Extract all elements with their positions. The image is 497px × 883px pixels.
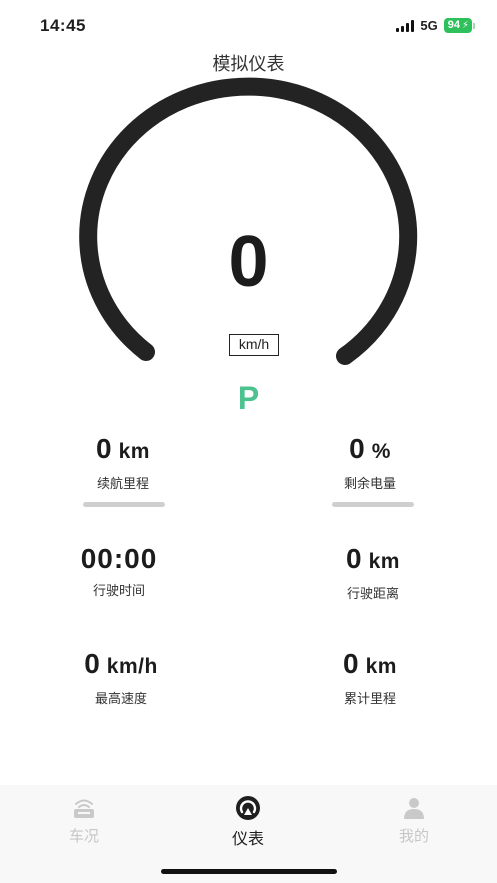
user-icon (404, 798, 424, 819)
range-label: 续航里程 (96, 476, 149, 491)
total-mileage-value: 0 (343, 648, 360, 679)
battery-left-value: 0 (349, 433, 366, 464)
max-speed-value: 0 (84, 648, 101, 679)
stat-total-mileage: 0 km 累计里程 (285, 647, 455, 707)
stat-range: 0 km 续航里程 (38, 432, 208, 492)
speed-value: 0 (228, 222, 269, 302)
max-speed-unit: km/h (106, 655, 158, 678)
battery-left-unit: % (371, 440, 391, 463)
battery-left-bar (332, 502, 414, 507)
range-value: 0 (96, 433, 113, 464)
stat-max-speed: 0 km/h 最高速度 (36, 647, 206, 707)
tab-car-status-label: 车况 (68, 828, 99, 845)
drive-distance-label: 行驶距离 (346, 586, 399, 601)
gear-indicator: P (237, 380, 260, 416)
home-indicator (161, 869, 337, 874)
tab-dashboard[interactable]: 仪表 (188, 795, 308, 849)
max-speed-label: 最高速度 (94, 691, 147, 706)
total-mileage-unit: km (365, 655, 397, 678)
stat-drive-distance: 0 km 行驶距离 (288, 542, 458, 602)
stat-battery-left: 0% 剩余电量 (285, 432, 455, 492)
drive-distance-value: 0 (346, 543, 363, 574)
tab-car-status[interactable]: 车况 (24, 795, 144, 846)
speed-unit: km/h (229, 334, 279, 356)
range-unit: km (118, 440, 150, 463)
battery-left-label: 剩余电量 (343, 476, 396, 491)
tab-profile-label: 我的 (398, 828, 429, 845)
car-status-icon (74, 799, 94, 818)
range-bar (83, 502, 165, 507)
dashboard-icon (236, 796, 260, 820)
drive-time-value: 00:00 (80, 543, 158, 574)
tab-profile[interactable]: 我的 (354, 795, 474, 846)
stat-drive-time: 00:00 行驶时间 (34, 542, 204, 599)
tab-dashboard-label: 仪表 (231, 831, 264, 848)
total-mileage-label: 累计里程 (343, 691, 396, 706)
drive-time-label: 行驶时间 (92, 583, 145, 598)
drive-distance-unit: km (368, 550, 400, 573)
